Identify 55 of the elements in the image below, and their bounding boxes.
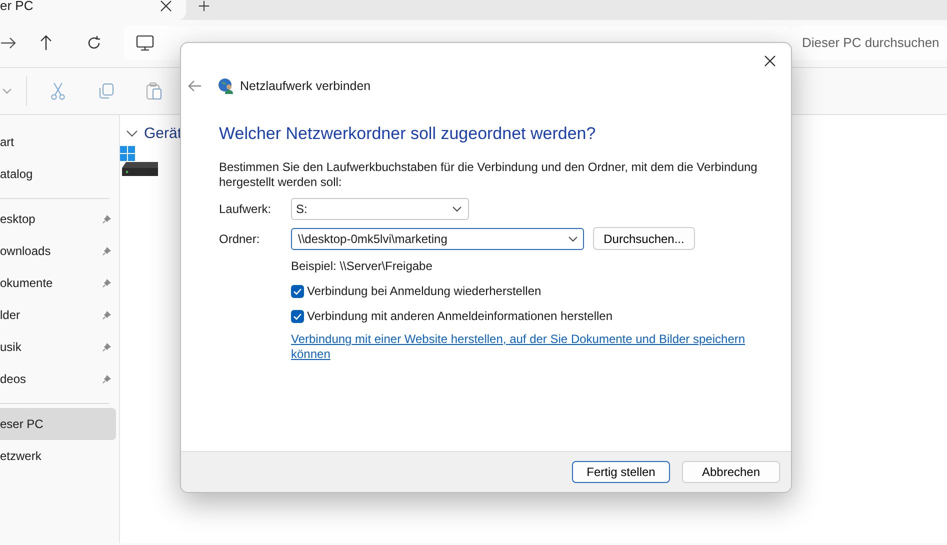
sidebar-label: eser PC	[0, 417, 44, 431]
dialog-title: Netzlaufwerk verbinden	[240, 79, 371, 93]
description-text: Bestimmen Sie den Laufwerkbuchstaben für die Verbindung und den Ordner, mit dem die Verbindung hergestellt werden soll:	[219, 160, 758, 190]
field-label: Laufwerk:	[219, 202, 272, 216]
search-field[interactable]: Dieser PC durchsuchen	[790, 26, 947, 60]
forward-icon[interactable]	[0, 34, 16, 50]
browse-button[interactable]: Durchsuchen...	[593, 227, 695, 250]
checkmark-icon	[293, 312, 302, 320]
group-heading: Gerät	[144, 125, 182, 142]
chevron-down-icon	[452, 206, 462, 212]
sidebar-item[interactable]: esktop	[0, 203, 116, 235]
sidebar-item[interactable]: atalog	[0, 158, 116, 190]
close-icon[interactable]	[160, 0, 172, 12]
back-icon[interactable]	[188, 80, 202, 92]
sidebar-label: atalog	[0, 167, 33, 181]
sidebar-item[interactable]: art	[0, 126, 116, 158]
drive-dropdown[interactable]: S:	[291, 198, 469, 220]
tab-title: er PC	[0, 0, 34, 12]
sidebar-label: okumente	[0, 276, 53, 290]
sidebar-item[interactable]: usik	[0, 331, 116, 363]
sidebar-item[interactable]: eser PC	[0, 408, 116, 440]
sidebar-label: esktop	[0, 212, 36, 226]
sidebar-label: usik	[0, 340, 22, 354]
up-icon[interactable]	[38, 34, 54, 50]
chevron-down-icon	[568, 236, 578, 242]
website-link[interactable]: Verbindung mit einer Website herstellen, auf der Sie Dokumente und Bilder speichern können	[291, 332, 751, 362]
dialog-heading: Welcher Netzwerkordner soll zugeordnet werden?	[219, 124, 597, 144]
checkbox-label[interactable]: Verbindung bei Anmeldung wiederherstellen	[307, 284, 542, 298]
folder-combobox[interactable]: \\desktop-0mk5lvi\marketing	[291, 228, 584, 250]
example-text: Beispiel: \\Server\Freigabe	[291, 259, 434, 273]
sidebar-item[interactable]: lder	[0, 299, 116, 331]
paste-icon[interactable]	[145, 82, 163, 100]
dialog-button[interactable]: Fertig stellen	[572, 461, 670, 483]
sidebar-item[interactable]: etzwerk	[0, 440, 116, 472]
sidebar-label: etzwerk	[0, 449, 42, 463]
sidebar-label: deos	[0, 372, 26, 386]
checkmark-icon	[293, 288, 302, 294]
monitor-icon	[136, 34, 154, 50]
browser-tab[interactable]: er PC	[0, 0, 186, 20]
sidebar-label: art	[0, 135, 14, 149]
checkbox-label[interactable]: Verbindung mit anderen Anmeldeinformationen herstellen	[307, 309, 613, 323]
field-label: Ordner:	[219, 232, 261, 246]
network-drive-icon	[218, 78, 234, 94]
sidebar-item[interactable]: okumente	[0, 267, 116, 299]
sidebar-item[interactable]: deos	[0, 363, 116, 395]
close-icon	[764, 55, 776, 67]
dialog-button[interactable]: Abbrechen	[682, 461, 780, 483]
chevron-down-icon[interactable]	[126, 130, 138, 138]
refresh-icon[interactable]	[86, 34, 102, 50]
sidebar-label: lder	[0, 308, 20, 322]
checkbox[interactable]	[291, 284, 304, 298]
checkbox[interactable]	[291, 310, 304, 322]
new-tab-icon[interactable]	[198, 0, 210, 12]
sidebar-item[interactable]: ownloads	[0, 235, 116, 267]
sidebar-label: ownloads	[0, 244, 51, 258]
